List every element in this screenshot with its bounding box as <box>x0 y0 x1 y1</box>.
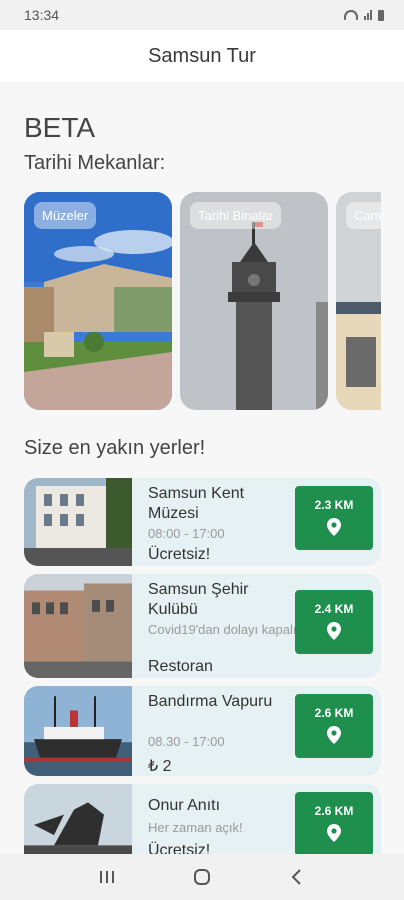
location-pin-icon <box>327 726 341 744</box>
distance-button[interactable]: 2.6 KM <box>295 792 373 854</box>
category-label: Tarihi Binalar <box>190 202 282 229</box>
distance-value: 2.3 KM <box>314 498 354 512</box>
place-hours: Her zaman açık! <box>148 820 243 835</box>
recent-apps-icon <box>100 871 115 883</box>
place-card-kent-muzesi[interactable]: Samsun Kent Müzesi 08:00 - 17:00 Ücretsi… <box>24 478 381 566</box>
location-pin-icon <box>327 824 341 842</box>
distance-button[interactable]: 2.4 KM <box>295 590 373 654</box>
place-card-bandirma-vapuru[interactable]: Bandırma Vapuru 08.30 - 17:00 ₺ 2 2.6 KM <box>24 686 381 776</box>
place-price: Restoran <box>148 658 213 675</box>
category-card-historic-buildings[interactable]: Tarihi Binalar <box>180 192 328 410</box>
wifi-icon <box>344 10 358 20</box>
app-title: Samsun Tur <box>148 44 256 67</box>
distance-value: 2.6 KM <box>314 706 354 720</box>
distance-button[interactable]: 2.6 KM <box>295 694 373 758</box>
place-name: Onur Anıtı <box>148 797 221 814</box>
place-price: ₺ 2 <box>148 758 172 775</box>
distance-value: 2.4 KM <box>314 602 354 616</box>
back-icon <box>291 869 301 885</box>
place-thumbnail <box>24 686 132 776</box>
place-name: Bandırma Vapuru <box>148 693 273 710</box>
home-icon <box>193 869 210 885</box>
place-price: Ücretsiz! <box>148 546 211 563</box>
place-card-sehir-kulubu[interactable]: Samsun Şehir Kulübü Covid19'dan dolayı k… <box>24 574 381 678</box>
recent-apps-button[interactable] <box>92 862 122 892</box>
distance-button[interactable]: 2.3 KM <box>295 486 373 550</box>
system-navigation-bar <box>0 854 404 900</box>
place-thumbnail <box>24 784 132 854</box>
place-card-onur-aniti[interactable]: Onur Anıtı Her zaman açık! Ücretsiz! 2.6… <box>24 784 381 854</box>
main-content[interactable]: BETA Tarihi Mekanlar: Müzeler Tarihi Bin… <box>0 82 404 854</box>
beta-label: BETA <box>24 112 96 143</box>
app-bar: Samsun Tur <box>0 30 404 82</box>
status-bar: 13:34 <box>0 0 404 30</box>
status-icons <box>344 9 384 21</box>
status-time: 13:34 <box>24 7 60 23</box>
place-hours: Covid19'dan dolayı kapalı <box>148 622 297 637</box>
category-card-museums[interactable]: Müzeler <box>24 192 172 410</box>
signal-icon <box>364 10 372 20</box>
place-price: Ücretsiz! <box>148 842 211 854</box>
battery-icon <box>378 9 384 21</box>
place-hours: 08:00 - 17:00 <box>148 526 225 541</box>
category-label: Cam <box>346 202 381 229</box>
place-thumbnail <box>24 574 132 678</box>
category-label: Müzeler <box>34 202 97 229</box>
category-carousel[interactable]: Müzeler Tarihi Binalar Cam <box>24 192 381 410</box>
distance-value: 2.6 KM <box>314 804 354 818</box>
category-card-third[interactable]: Cam <box>336 192 381 410</box>
nearby-places-title: Size en yakın yerler! <box>24 437 206 459</box>
location-pin-icon <box>327 622 341 640</box>
place-thumbnail <box>24 478 132 566</box>
historic-places-title: Tarihi Mekanlar: <box>24 152 166 174</box>
place-name: Samsun Kent Müzesi <box>148 485 245 522</box>
home-button[interactable] <box>187 862 217 892</box>
location-pin-icon <box>327 518 341 536</box>
place-hours: 08.30 - 17:00 <box>148 734 225 749</box>
back-button[interactable] <box>282 862 312 892</box>
place-name: Samsun Şehir Kulübü <box>148 581 249 618</box>
